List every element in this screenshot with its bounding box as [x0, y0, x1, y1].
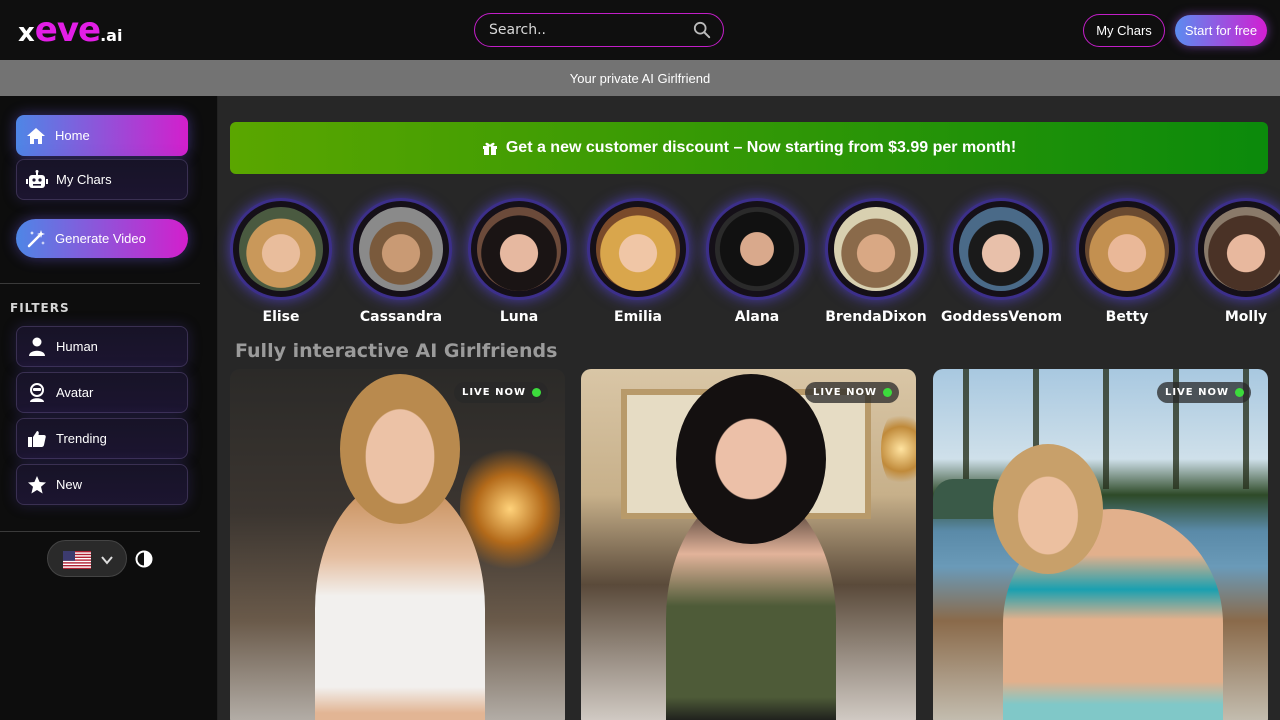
magic-wand-icon	[25, 228, 47, 250]
filter-human[interactable]: Human	[16, 326, 188, 367]
filter-avatar[interactable]: Avatar	[16, 372, 188, 413]
story-elise[interactable]: Elise	[221, 198, 341, 325]
story-luna[interactable]: Luna	[459, 198, 579, 325]
logo-part-ai: .ai	[100, 26, 123, 45]
star-icon	[26, 474, 48, 496]
story-name: Alana	[734, 309, 780, 325]
section-title: Fully interactive AI Girlfriends	[235, 340, 558, 362]
sidebar-item-home[interactable]: Home	[16, 115, 188, 156]
filter-label: Human	[56, 339, 98, 354]
robot-icon	[26, 169, 48, 191]
story-goddessvenom[interactable]: GoddessVenom	[941, 198, 1063, 325]
generate-video-button[interactable]: Generate Video	[16, 219, 188, 258]
story-name: Molly	[1224, 309, 1268, 325]
story-name: Emilia	[614, 309, 662, 325]
divider	[0, 283, 200, 284]
discount-banner[interactable]: Get a new customer discount – Now starti…	[230, 122, 1268, 174]
character-card[interactable]: LIVE NOW	[581, 369, 916, 720]
card-image	[933, 369, 1268, 720]
character-card[interactable]: LIVE NOW	[230, 369, 565, 720]
story-name: BrendaDixon	[825, 309, 927, 325]
divider	[0, 531, 200, 532]
story-name: Luna	[499, 309, 539, 325]
filter-label: Avatar	[56, 385, 94, 400]
live-now-badge: LIVE NOW	[804, 382, 899, 403]
my-chars-button[interactable]: My Chars	[1083, 14, 1165, 47]
story-avatar	[350, 198, 452, 300]
avatar-icon	[26, 382, 48, 404]
filter-trending[interactable]: Trending	[16, 418, 188, 459]
live-dot-icon	[532, 388, 541, 397]
live-now-badge: LIVE NOW	[453, 382, 548, 403]
search-icon[interactable]	[693, 21, 711, 39]
story-avatar	[468, 198, 570, 300]
top-bar: x eve .ai My Chars Start for free	[0, 0, 1280, 60]
tagline-text: Your private AI Girlfriend	[569, 70, 711, 86]
live-now-badge: LIVE NOW	[1156, 382, 1251, 403]
story-avatar	[1195, 198, 1280, 300]
filter-new[interactable]: New	[16, 464, 188, 505]
theme-toggle-icon[interactable]	[135, 550, 153, 568]
person-icon	[26, 336, 48, 358]
story-avatar	[825, 198, 927, 300]
live-now-text: LIVE NOW	[812, 387, 877, 398]
story-avatar	[950, 198, 1052, 300]
story-alana[interactable]: Alana	[697, 198, 817, 325]
logo-part-eve: eve	[34, 10, 101, 50]
sidebar: Home My Chars Generate Video FILTERS Hum…	[0, 96, 218, 720]
story-molly[interactable]: Molly	[1186, 198, 1280, 325]
live-now-text: LIVE NOW	[1164, 387, 1229, 398]
thumbs-up-icon	[26, 428, 48, 450]
live-dot-icon	[883, 388, 892, 397]
sidebar-item-my-chars[interactable]: My Chars	[16, 159, 188, 200]
story-name: Betty	[1105, 309, 1149, 325]
sidebar-item-label: My Chars	[56, 172, 112, 187]
story-avatar	[1076, 198, 1178, 300]
logo-part-x: x	[18, 18, 35, 48]
story-betty[interactable]: Betty	[1067, 198, 1187, 325]
gift-icon	[482, 142, 497, 155]
live-dot-icon	[1235, 388, 1244, 397]
story-cassandra[interactable]: Cassandra	[341, 198, 461, 325]
home-icon	[25, 125, 47, 147]
search-box	[474, 13, 724, 47]
filter-label: New	[56, 477, 83, 492]
language-selector[interactable]	[47, 540, 127, 577]
character-card[interactable]: LIVE NOW	[933, 369, 1268, 720]
story-name: Elise	[262, 309, 300, 325]
filter-label: Trending	[56, 431, 107, 446]
story-emilia[interactable]: Emilia	[578, 198, 698, 325]
start-for-free-button[interactable]: Start for free	[1175, 15, 1267, 46]
sidebar-item-label: Home	[55, 128, 90, 143]
story-avatar	[230, 198, 332, 300]
discount-text: Get a new customer discount – Now starti…	[505, 139, 1017, 156]
chevron-down-icon	[101, 556, 113, 565]
sidebar-item-label: Generate Video	[55, 231, 146, 246]
card-image	[230, 369, 565, 720]
story-brendadixon[interactable]: BrendaDixon	[816, 198, 936, 325]
story-name: Cassandra	[359, 309, 443, 325]
us-flag-icon	[63, 551, 91, 569]
live-now-text: LIVE NOW	[461, 387, 526, 398]
card-image	[581, 369, 916, 720]
story-avatar	[587, 198, 689, 300]
story-name: GoddessVenom	[941, 309, 1063, 325]
story-avatar	[706, 198, 808, 300]
tagline-bar: Your private AI Girlfriend	[0, 60, 1280, 96]
filters-heading: FILTERS	[10, 301, 70, 315]
search-input[interactable]	[489, 20, 689, 40]
site-logo[interactable]: x eve .ai	[18, 10, 122, 50]
